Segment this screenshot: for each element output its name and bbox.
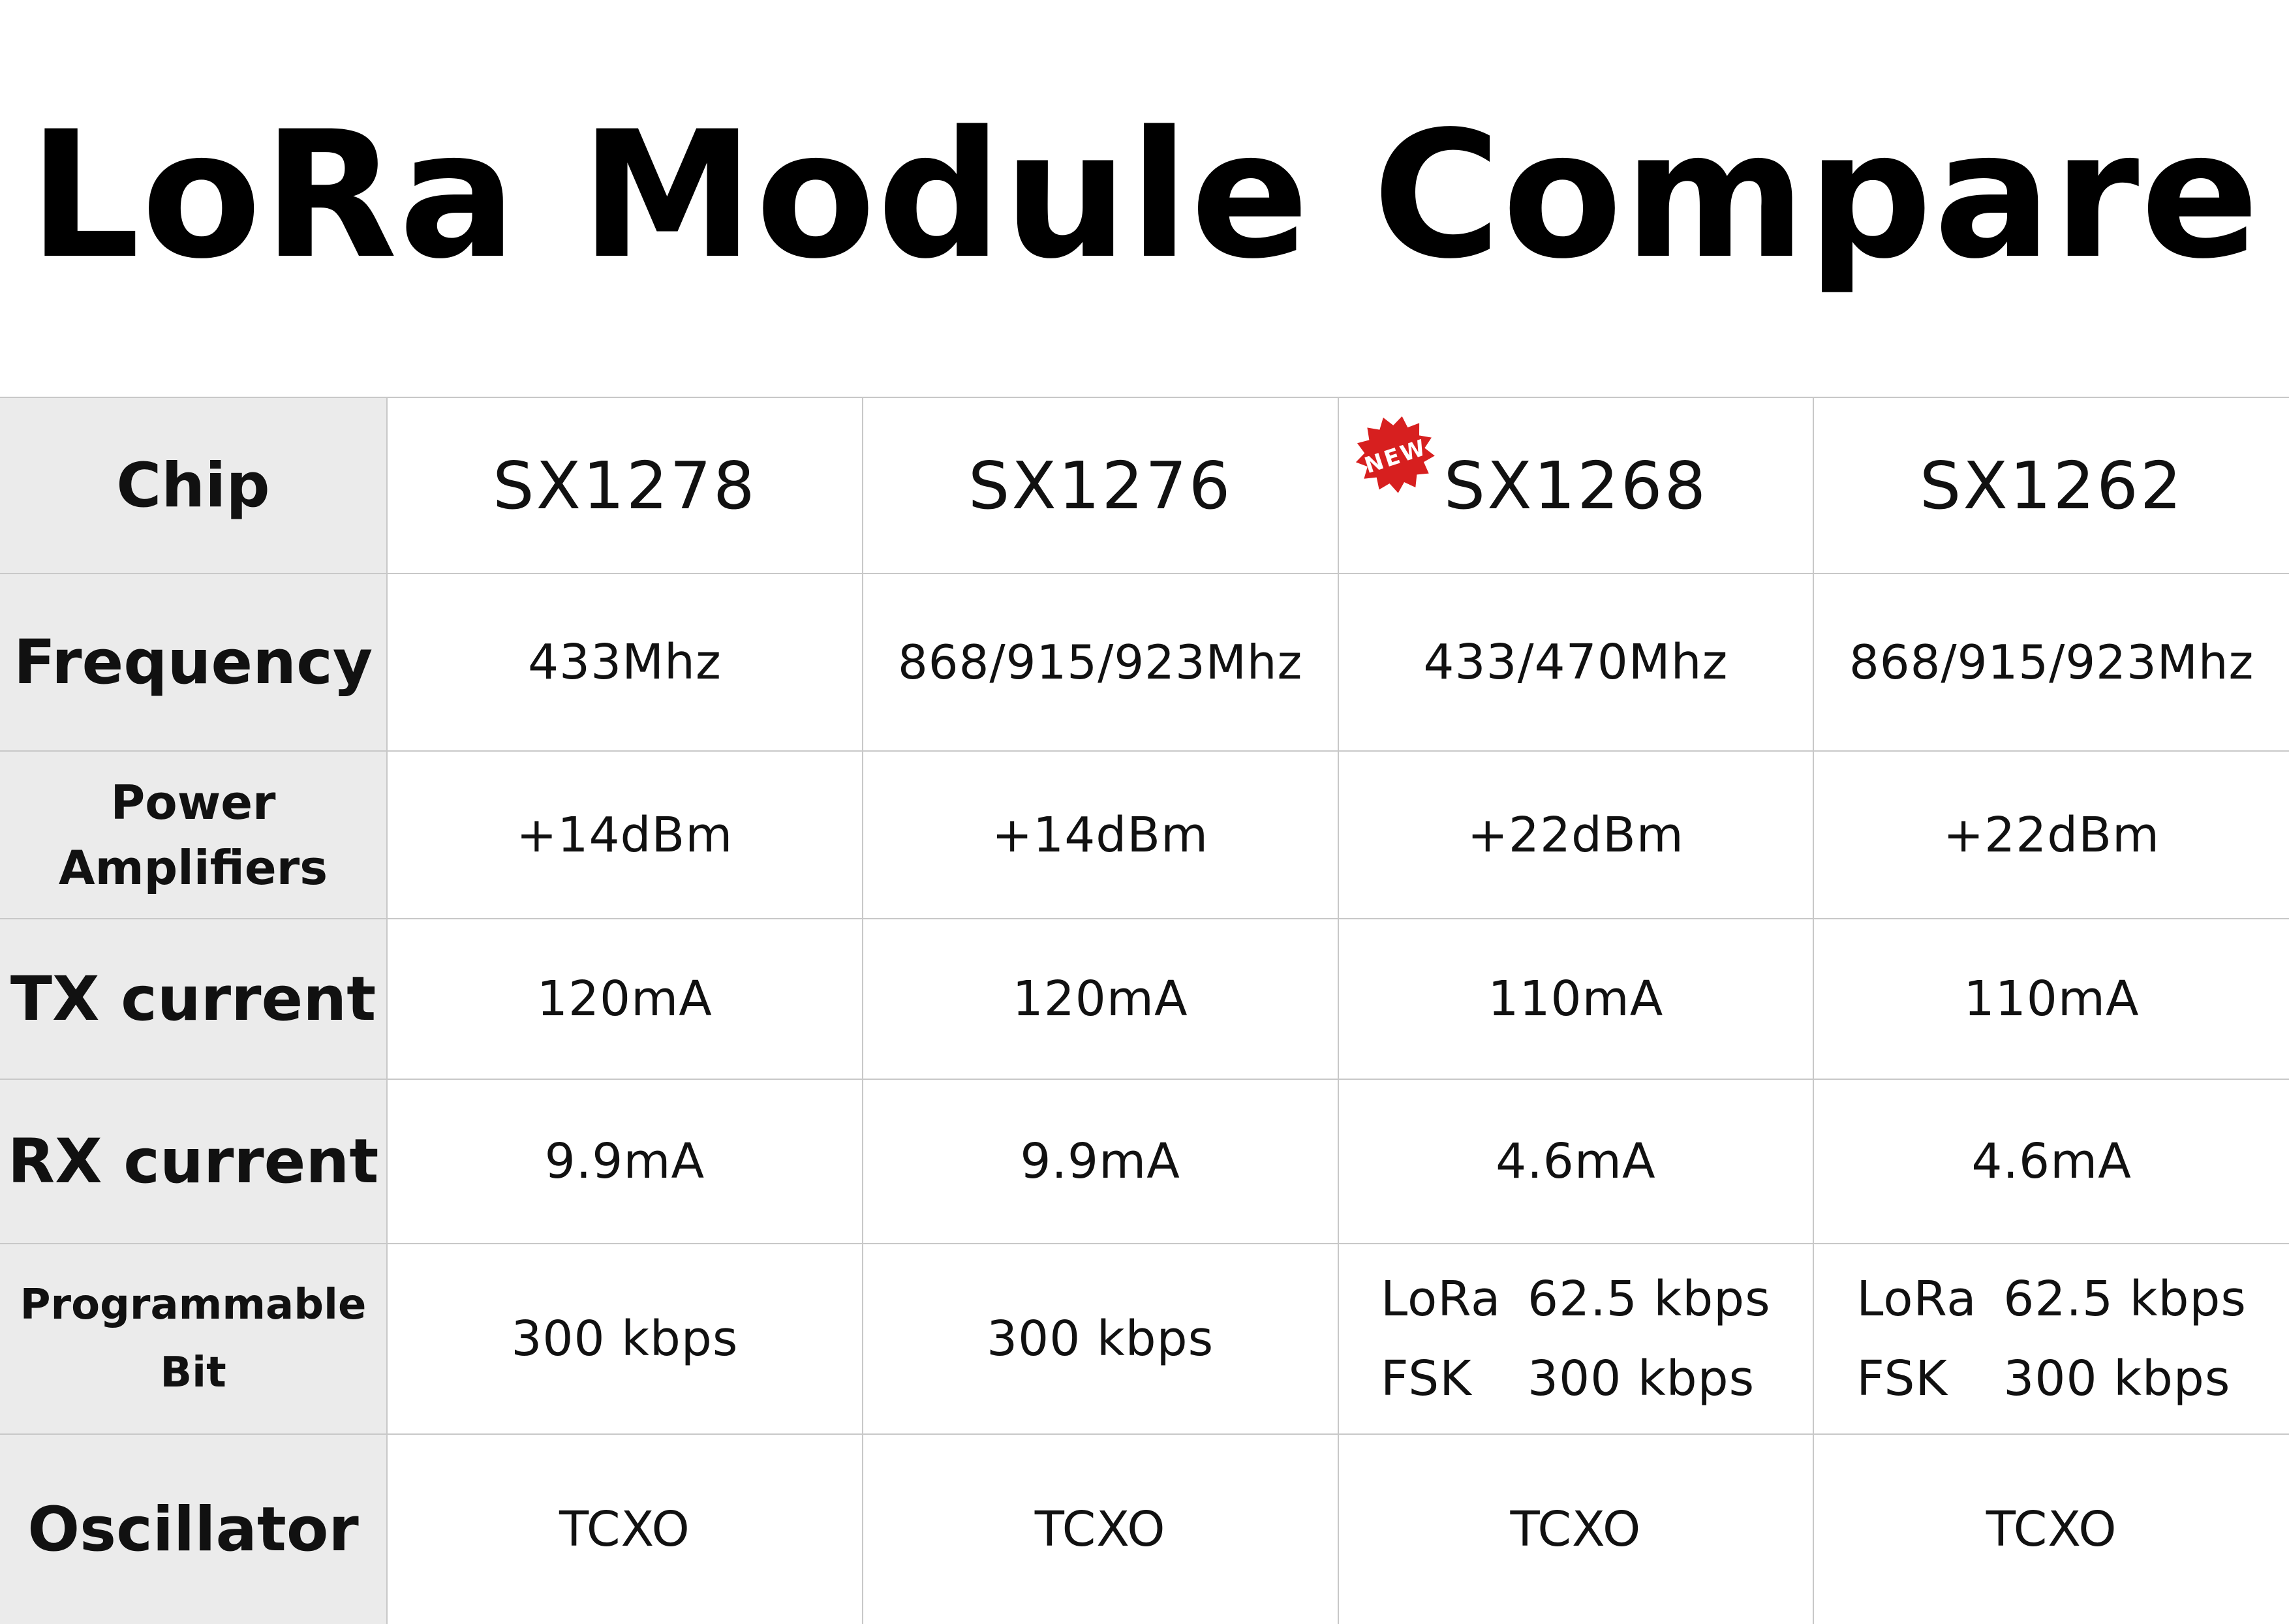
row-label-oscillator: Oscillator: [0, 1433, 388, 1624]
power-sx1268: +22dBm: [1337, 750, 1815, 919]
frequency-sx1262: 868/915/923Mhz: [1813, 573, 2289, 752]
bitrate-sx1262-fsk-label: FSK: [1856, 1351, 1948, 1407]
frequency-sx1276: 868/915/923Mhz: [861, 573, 1339, 752]
power-sx1276: +14dBm: [861, 750, 1339, 919]
row-label-power-line1: Power: [110, 774, 276, 830]
bitrate-sx1262-lora-label: LoRa: [1856, 1271, 1977, 1327]
frequency-sx1268: 433/470Mhz: [1337, 573, 1815, 752]
bitrate-sx1278: 300 kbps: [386, 1243, 863, 1435]
frequency-sx1278: 433Mhz: [386, 573, 863, 752]
bitrate-sx1268-fsk-label: FSK: [1381, 1351, 1472, 1407]
chip-sx1278: SX1278: [386, 397, 863, 574]
bitrate-sx1262-lora-value: 62.5 kbps: [2003, 1271, 2247, 1327]
new-badge-icon: NEW: [1355, 416, 1435, 493]
rx-sx1268: 4.6mA: [1337, 1079, 1815, 1244]
table-row-oscillator: Oscillator TCXO TCXO TCXO TCXO: [0, 1433, 2289, 1624]
bitrate-sx1262: LoRa 62.5 kbps FSK 300 kbps: [1813, 1243, 2289, 1435]
row-label-frequency: Frequency: [0, 573, 388, 752]
power-sx1278: +14dBm: [386, 750, 863, 919]
power-sx1262: +22dBm: [1813, 750, 2289, 919]
table-row-tx-current: TX current 120mA 120mA 110mA 110mA: [0, 918, 2289, 1080]
tx-sx1278: 120mA: [386, 918, 863, 1080]
table-row-rx-current: RX current 9.9mA 9.9mA 4.6mA 4.6mA: [0, 1079, 2289, 1244]
tx-sx1262: 110mA: [1813, 918, 2289, 1080]
oscillator-sx1268: TCXO: [1337, 1433, 1815, 1624]
bitrate-sx1276: 300 kbps: [861, 1243, 1339, 1435]
oscillator-sx1278: TCXO: [386, 1433, 863, 1624]
bitrate-sx1268-list: LoRa 62.5 kbps FSK 300 kbps: [1381, 1259, 1771, 1418]
bitrate-sx1268-fsk-value: 300 kbps: [1528, 1351, 1755, 1407]
row-label-bit-line1: Programmable: [20, 1281, 367, 1329]
chip-sx1268-cell: NEW SX1268: [1337, 397, 1815, 574]
rx-sx1276: 9.9mA: [861, 1079, 1339, 1244]
row-label-bit-line2: Bit: [160, 1349, 226, 1397]
chip-sx1268: SX1268: [1443, 447, 1708, 524]
tx-sx1276: 120mA: [861, 918, 1339, 1080]
bitrate-sx1262-list: LoRa 62.5 kbps FSK 300 kbps: [1856, 1259, 2247, 1418]
row-label-chip: Chip: [0, 397, 388, 574]
page-title: LoRa Module Compare: [28, 94, 2261, 298]
oscillator-sx1276: TCXO: [861, 1433, 1339, 1624]
rx-sx1262: 4.6mA: [1813, 1079, 2289, 1244]
row-label-tx-current: TX current: [0, 918, 388, 1080]
row-label-power-line2: Amplifiers: [58, 840, 328, 895]
chip-sx1276: SX1276: [861, 397, 1339, 574]
table-row-frequency: Frequency 433Mhz 868/915/923Mhz 433/470M…: [0, 573, 2289, 752]
comparison-table: Chip SX1278 SX1276 NEW SX1268 SX1262 Fre…: [0, 397, 2289, 1624]
table-row-chip: Chip SX1278 SX1276 NEW SX1268 SX1262: [0, 397, 2289, 574]
bitrate-sx1268-lora-value: 62.5 kbps: [1528, 1271, 1771, 1327]
oscillator-sx1262: TCXO: [1813, 1433, 2289, 1624]
bitrate-sx1262-fsk-value: 300 kbps: [2003, 1351, 2231, 1407]
table-row-programmable-bit: Programmable Bit 300 kbps 300 kbps LoRa 6…: [0, 1243, 2289, 1435]
tx-sx1268: 110mA: [1337, 918, 1815, 1080]
bitrate-sx1268: LoRa 62.5 kbps FSK 300 kbps: [1337, 1243, 1815, 1435]
bitrate-sx1268-lora-label: LoRa: [1381, 1271, 1501, 1327]
rx-sx1278: 9.9mA: [386, 1079, 863, 1244]
row-label-power-amplifiers: Power Amplifiers: [0, 750, 388, 919]
chip-sx1262: SX1262: [1813, 397, 2289, 574]
table-row-power-amplifiers: Power Amplifiers +14dBm +14dBm +22dBm +2…: [0, 750, 2289, 919]
row-label-rx-current: RX current: [0, 1079, 388, 1244]
row-label-programmable-bit: Programmable Bit: [0, 1243, 388, 1435]
